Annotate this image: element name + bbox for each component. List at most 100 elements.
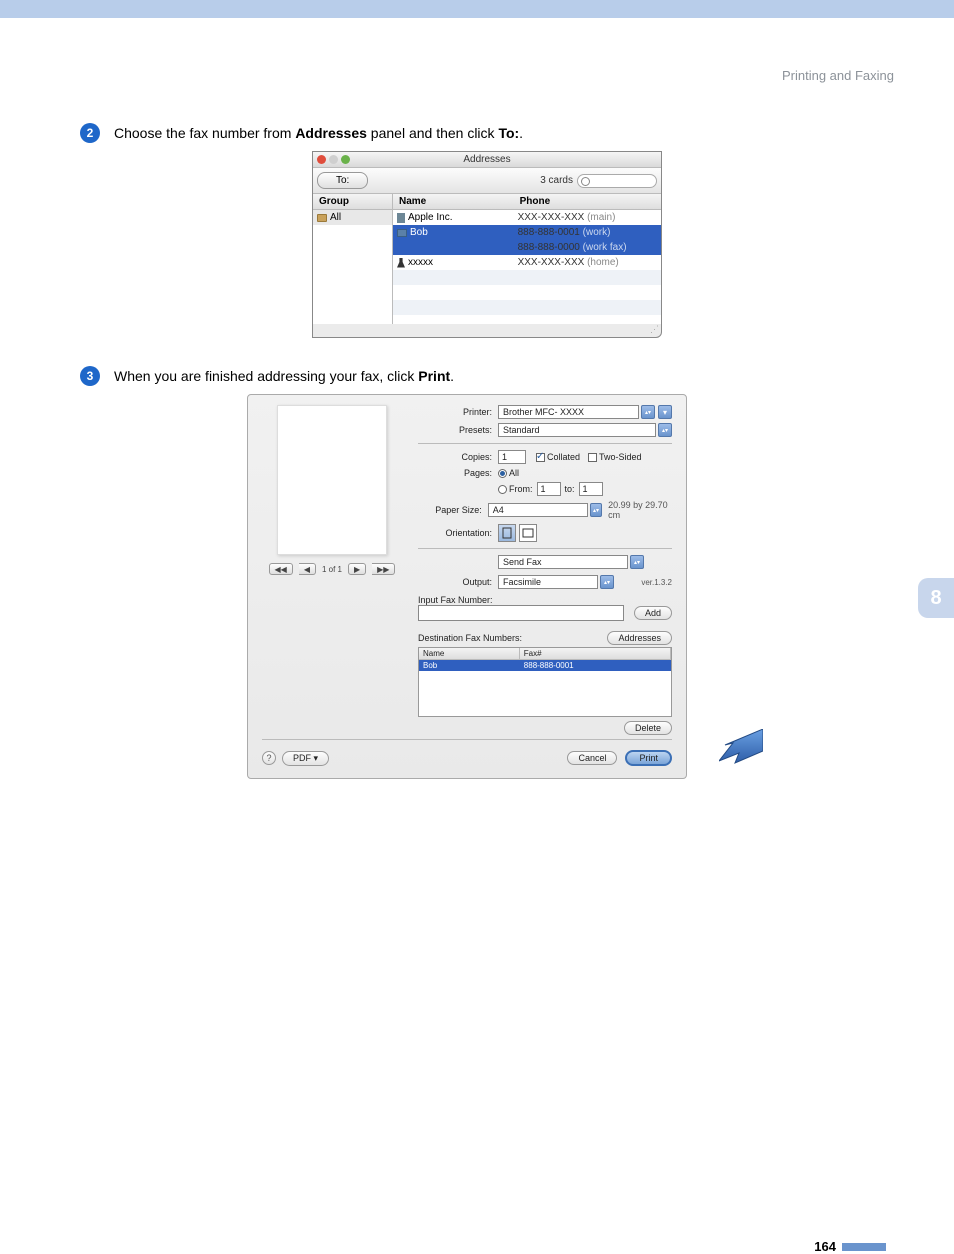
page-body: Printing and Faxing 2 Choose the fax num…	[0, 18, 954, 1254]
prev-first-button[interactable]: ◀◀	[269, 563, 293, 575]
dest-fax-label: Destination Fax Numbers:	[418, 633, 522, 643]
table-row[interactable]: Apple Inc. XXX-XXX-XXX (main)	[393, 210, 661, 225]
group-header: Group	[313, 194, 392, 210]
add-button[interactable]: Add	[634, 606, 672, 620]
to-tab[interactable]: To:	[317, 172, 368, 189]
c: 888-888-0000	[518, 242, 580, 253]
pages-from-input[interactable]: 1	[537, 482, 561, 496]
page-footer: 164	[80, 1239, 894, 1254]
addresses-button[interactable]: Addresses	[607, 631, 672, 645]
copies-input[interactable]: 1	[498, 450, 526, 464]
papersize-dim: 20.99 by 29.70 cm	[608, 500, 672, 520]
step-3: 3 When you are finished addressing your …	[80, 366, 894, 386]
c: (work)	[583, 227, 611, 238]
papersize-label: Paper Size:	[418, 505, 488, 515]
resize-grip[interactable]: ⋰	[313, 324, 661, 337]
collated-label: Collated	[547, 452, 580, 462]
figure-print-dialog: ◀◀◀ 1 of 1 ▶▶▶ Printer: Brother MFC- XXX…	[80, 394, 894, 779]
pages-all-radio[interactable]	[498, 469, 507, 478]
print-dialog: ◀◀◀ 1 of 1 ▶▶▶ Printer: Brother MFC- XXX…	[247, 394, 687, 779]
t: When you are finished addressing your fa…	[114, 368, 418, 384]
tbl-fax-header: Fax#	[520, 648, 671, 659]
output-select[interactable]: Facsimile	[498, 575, 598, 589]
chapter-tab: 8	[918, 578, 954, 618]
delete-button[interactable]: Delete	[624, 721, 672, 735]
presets-select[interactable]: Standard	[498, 423, 656, 437]
printer-info-button[interactable]: ▾	[658, 405, 672, 419]
pages-label: Pages:	[418, 468, 498, 478]
output-stepper-icon[interactable]: ▴▾	[600, 575, 614, 589]
t: .	[450, 368, 454, 384]
card-count: 3 cards	[540, 175, 573, 186]
portrait-icon	[502, 527, 512, 539]
next-last-button[interactable]: ▶▶	[372, 563, 395, 575]
window-title: Addresses	[463, 154, 510, 165]
table-row[interactable]: Bob 888-888-0001	[419, 660, 671, 671]
search-input[interactable]	[577, 174, 657, 188]
c: (main)	[587, 212, 615, 223]
input-fax-field[interactable]	[418, 605, 624, 621]
help-button[interactable]: ?	[262, 751, 276, 765]
zoom-icon[interactable]	[341, 155, 350, 164]
traffic-lights	[317, 155, 350, 164]
c: XXX-XXX-XXX	[518, 257, 585, 268]
close-icon[interactable]	[317, 155, 326, 164]
printer-stepper-icon[interactable]: ▴▾	[641, 405, 655, 419]
print-button[interactable]: Print	[625, 750, 672, 766]
next-button[interactable]: ▶	[348, 563, 366, 575]
orientation-landscape-button[interactable]	[519, 524, 537, 542]
orientation-portrait-button[interactable]	[498, 524, 516, 542]
printer-select[interactable]: Brother MFC- XXXX	[498, 405, 639, 419]
step-2-badge: 2	[80, 123, 100, 143]
c: XXX-XXX-XXX	[518, 212, 585, 223]
addresses-toolbar: To: 3 cards	[313, 168, 661, 194]
vcard-icon	[397, 229, 407, 237]
row-fax: 888-888-0001	[520, 660, 671, 671]
building-icon	[397, 213, 405, 223]
table-row[interactable]: 888-888-0000 (work fax)	[393, 240, 661, 255]
c: Apple Inc.	[408, 212, 452, 223]
step-3-badge: 3	[80, 366, 100, 386]
prev-button[interactable]: ◀	[299, 563, 316, 575]
titlebar: Addresses	[313, 152, 661, 168]
papersize-select[interactable]: A4	[488, 503, 588, 517]
pages-to-input[interactable]: 1	[579, 482, 603, 496]
panel-stepper-icon[interactable]: ▴▾	[630, 555, 644, 569]
c: (home)	[587, 257, 619, 268]
output-label: Output:	[418, 577, 498, 587]
t: Choose the fax number from	[114, 125, 295, 141]
c: (work fax)	[583, 242, 627, 253]
presets-stepper-icon[interactable]: ▴▾	[658, 423, 672, 437]
panel-select[interactable]: Send Fax	[498, 555, 628, 569]
pages-all-label: All	[509, 468, 519, 478]
v: Facsimile	[503, 577, 541, 587]
papersize-stepper-icon[interactable]: ▴▾	[590, 503, 602, 517]
collated-checkbox[interactable]	[536, 453, 545, 462]
folder-icon	[317, 214, 327, 222]
table-row[interactable]: xxxxx XXX-XXX-XXX (home)	[393, 255, 661, 270]
minimize-icon[interactable]	[329, 155, 338, 164]
name-header: Name	[393, 194, 514, 210]
pdf-button[interactable]: PDF ▾	[282, 751, 329, 766]
t: .	[519, 125, 523, 141]
row-name: Bob	[419, 660, 520, 671]
phone-header: Phone	[514, 194, 661, 210]
dest-fax-table: Name Fax# Bob 888-888-0001	[418, 647, 672, 717]
twosided-checkbox[interactable]	[588, 453, 597, 462]
v: A4	[493, 505, 504, 515]
printer-label: Printer:	[418, 407, 498, 417]
group-all-label: All	[330, 212, 341, 223]
page-number: 164	[814, 1239, 836, 1254]
pages-from-radio[interactable]	[498, 485, 507, 494]
pages-from-label: From:	[509, 484, 533, 494]
t: Addresses	[295, 125, 367, 141]
version-label: ver.1.3.2	[641, 578, 672, 587]
table-row[interactable]: Bob 888-888-0001 (work)	[393, 225, 661, 240]
section-header: Printing and Faxing	[80, 68, 894, 83]
v: Standard	[503, 425, 540, 435]
input-fax-label: Input Fax Number:	[418, 595, 672, 605]
group-all-row[interactable]: All	[313, 210, 392, 225]
cancel-button[interactable]: Cancel	[567, 751, 617, 765]
c: 888-888-0001	[518, 227, 580, 238]
tbl-name-header: Name	[419, 648, 520, 659]
